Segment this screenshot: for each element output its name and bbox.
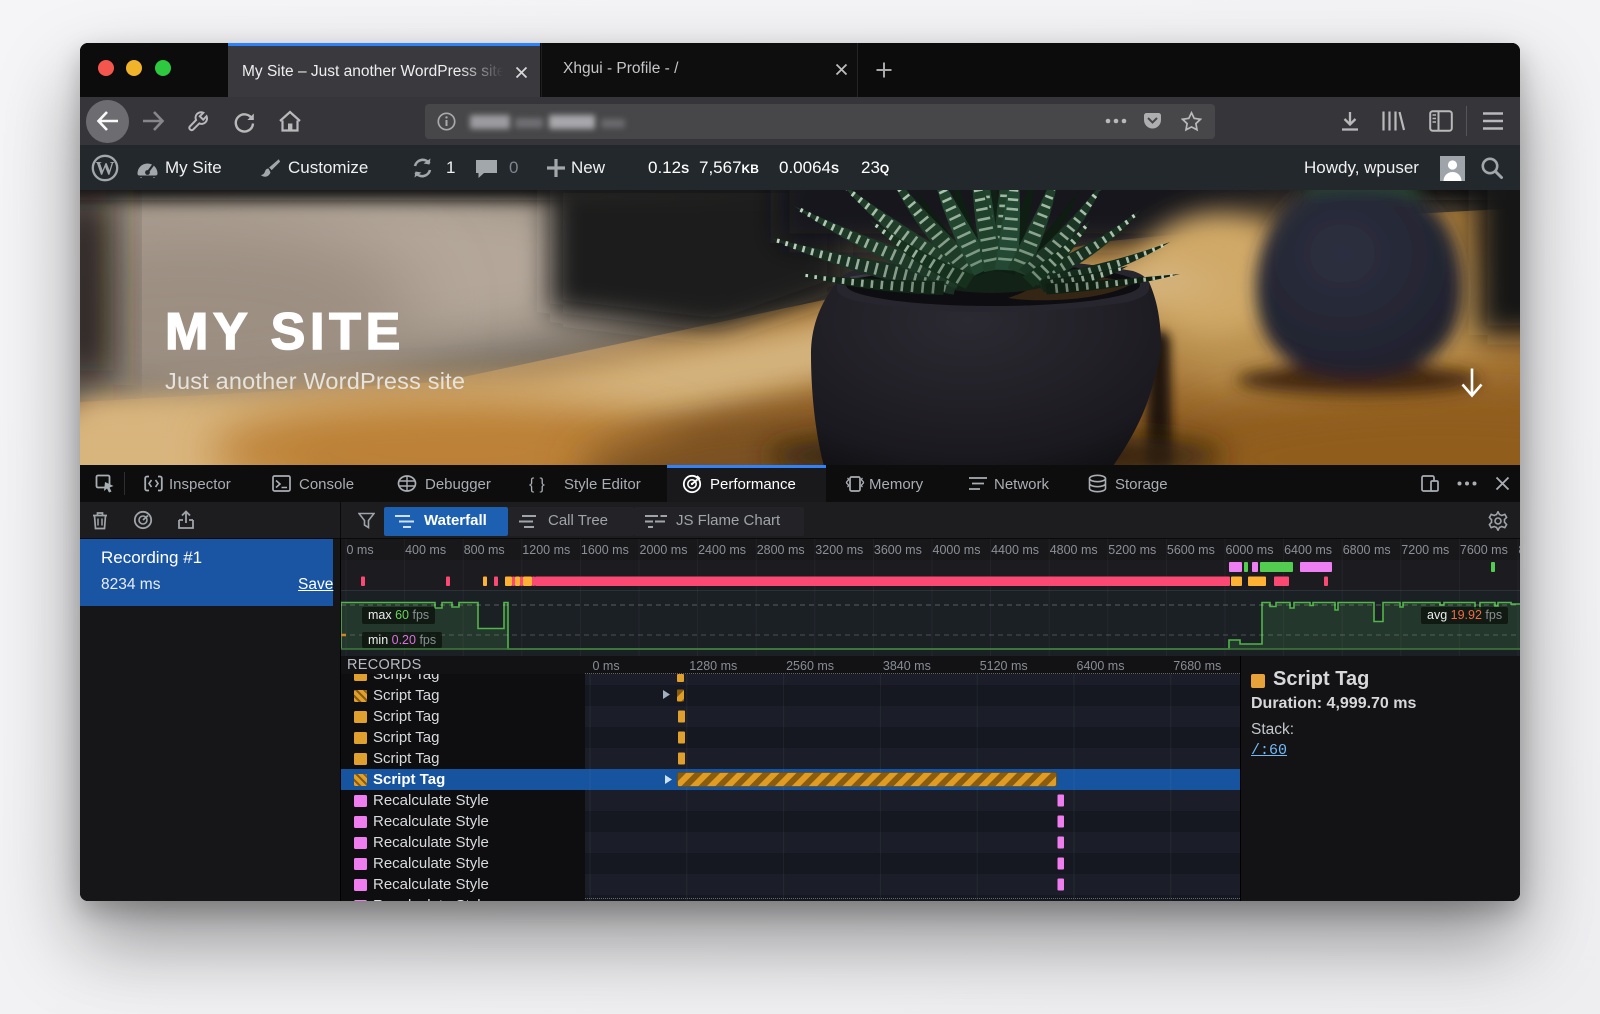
svg-text:W: W [96,159,115,180]
